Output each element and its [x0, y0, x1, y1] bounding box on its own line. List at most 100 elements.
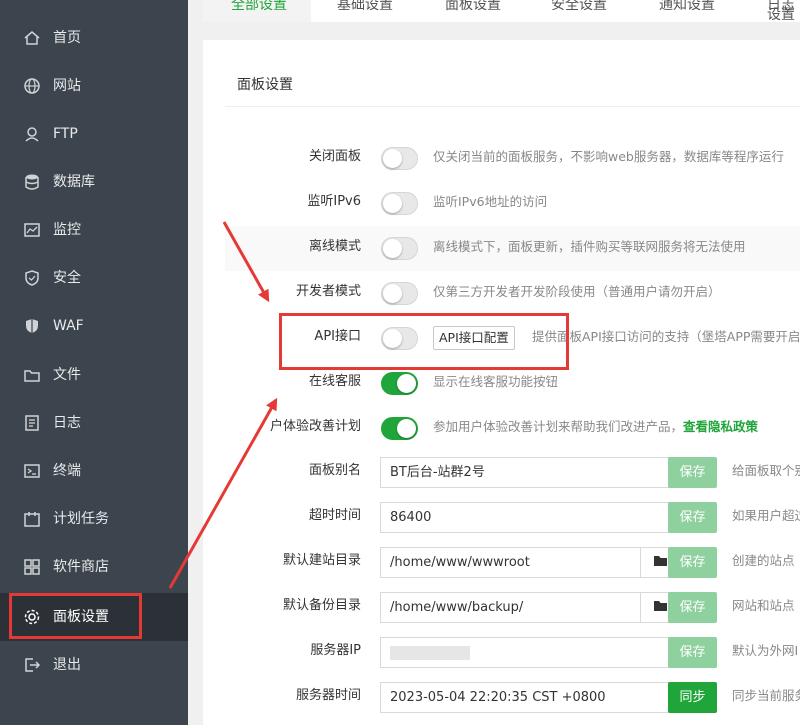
tab-panel-settings[interactable]: 面板设置 [445, 0, 525, 22]
setting-label: 监听IPv6 [307, 194, 361, 209]
setting-row-panel-alias: 面板别名 BT后台-站群2号 保存 给面板取个别 [225, 450, 800, 495]
toggle-knob [383, 284, 402, 303]
sidebar-item-label: 安全 [53, 270, 81, 286]
online-service-toggle[interactable] [381, 372, 418, 395]
tab-basic-settings[interactable]: 基础设置 [337, 0, 417, 22]
globe-icon [22, 76, 42, 96]
backup-dir-input[interactable]: /home/www/backup/ [380, 592, 641, 623]
save-server-ip-button[interactable]: 保存 [668, 637, 717, 668]
sidebar-item-appstore[interactable]: 软件商店 [0, 543, 188, 591]
setting-label: 服务器时间 [295, 688, 361, 703]
sidebar-item-logout[interactable]: 退出 [0, 641, 188, 689]
sync-time-button[interactable]: 同步 [668, 682, 717, 713]
setting-hint: 创建的站点 [732, 553, 795, 568]
setting-hint: 如果用户超过 [732, 508, 800, 523]
site-dir-input[interactable]: /home/www/wwwroot [380, 547, 641, 578]
sidebar-item-terminal[interactable]: 终端 [0, 447, 188, 495]
ipv6-toggle[interactable] [381, 192, 418, 215]
calendar-icon [22, 509, 42, 529]
setting-hint: 默认为外网I [732, 643, 799, 658]
terminal-icon [22, 461, 42, 481]
divider [225, 106, 800, 107]
privacy-policy-link[interactable]: 查看隐私政策 [683, 419, 758, 434]
setting-description: 显示在线客服功能按钮 [433, 374, 559, 389]
server-ip-input[interactable] [380, 637, 681, 668]
settings-panel: 面板设置 关闭面板 仅关闭当前的面板服务，不影响web服务器，数据库等程序运行 … [203, 40, 800, 725]
setting-label: 户体验改善计划 [269, 419, 361, 434]
setting-row-server-ip: 服务器IP 保存 默认为外网I [225, 630, 800, 675]
save-timeout-button[interactable]: 保存 [668, 502, 717, 533]
tab-log-settings[interactable]: 日志设置 [767, 0, 800, 22]
sidebar-item-label: 计划任务 [53, 511, 109, 527]
setting-label: 默认建站目录 [282, 553, 361, 568]
setting-hint: 给面板取个别 [732, 463, 800, 478]
waf-shield-icon [22, 316, 42, 336]
sidebar-item-logs[interactable]: 日志 [0, 399, 188, 447]
sidebar-item-website[interactable]: 网站 [0, 62, 188, 110]
sidebar-item-label: 面板设置 [53, 609, 109, 625]
sidebar-item-home[interactable]: 首页 [0, 14, 188, 62]
sidebar-item-label: 文件 [53, 367, 81, 383]
setting-row-backup-dir: 默认备份目录 /home/www/backup/ 保存 网站和站点 [225, 585, 800, 630]
sidebar-item-waf[interactable]: WAF [0, 302, 188, 350]
setting-row-timeout: 超时时间 86400 保存 如果用户超过 [225, 495, 800, 540]
folder-icon [22, 365, 42, 385]
sidebar-item-label: 终端 [53, 463, 81, 479]
folder-open-icon [653, 598, 669, 617]
sidebar-item-label: WAF [53, 318, 84, 334]
tab-all-settings[interactable]: 全部设置 [203, 0, 311, 22]
setting-label: 超时时间 [308, 508, 361, 523]
offline-mode-toggle[interactable] [381, 237, 418, 260]
toggle-knob [383, 149, 402, 168]
panel-alias-input[interactable]: BT后台-站群2号 [380, 457, 681, 488]
logout-icon [22, 655, 42, 675]
setting-description: 仅第三方开发者开发阶段使用（普通用户请勿开启） [433, 284, 721, 299]
setting-label: 开发者模式 [295, 284, 361, 299]
sidebar-item-label: 软件商店 [53, 559, 109, 575]
settings-tab-bar: 全部设置 基础设置 面板设置 安全设置 通知设置 日志设置 [203, 0, 800, 22]
sidebar-item-cron[interactable]: 计划任务 [0, 495, 188, 543]
sidebar-item-panel-settings[interactable]: 面板设置 [0, 593, 188, 641]
server-time-input[interactable]: 2023-05-04 22:20:35 CST +0800 [380, 682, 681, 713]
setting-row-ipv6: 监听IPv6 监听IPv6地址的访问 [225, 181, 800, 226]
gear-icon [22, 607, 42, 627]
log-icon [22, 413, 42, 433]
setting-description: 参加用户体验改善计划来帮助我们改进产品，查看隐私政策 [433, 417, 758, 437]
apps-icon [22, 557, 42, 577]
setting-label: 离线模式 [308, 239, 361, 254]
setting-description: 离线模式下，面板更新，插件购买等联网服务将无法使用 [433, 239, 746, 254]
setting-row-offline-mode: 离线模式 离线模式下，面板更新，插件购买等联网服务将无法使用 [225, 226, 800, 271]
setting-label: 服务器IP [310, 643, 361, 658]
sidebar-item-label: 网站 [53, 78, 81, 94]
tab-notification-settings[interactable]: 通知设置 [659, 0, 739, 22]
folder-open-icon [653, 553, 669, 572]
sidebar: 首页 网站 FTP 数据库 监控 安全 WAF 文件 日志 终端 计划任务 软件… [0, 0, 188, 725]
close-panel-toggle[interactable] [381, 147, 418, 170]
setting-label: 默认备份目录 [282, 598, 361, 613]
blurred-ip-value [390, 645, 470, 660]
save-site-dir-button[interactable]: 保存 [668, 547, 717, 578]
save-alias-button[interactable]: 保存 [668, 457, 717, 488]
timeout-input[interactable]: 86400 [380, 502, 681, 533]
tab-security-settings[interactable]: 安全设置 [551, 0, 631, 22]
setting-label: 关闭面板 [308, 149, 361, 164]
toggle-knob [397, 374, 416, 393]
app-root: 首页 网站 FTP 数据库 监控 安全 WAF 文件 日志 终端 计划任务 软件… [0, 0, 800, 725]
sidebar-item-ftp[interactable]: FTP [0, 110, 188, 158]
toggle-knob [383, 194, 402, 213]
sidebar-item-security[interactable]: 安全 [0, 254, 188, 302]
sidebar-item-database[interactable]: 数据库 [0, 158, 188, 206]
ux-program-toggle[interactable] [381, 417, 418, 440]
toggle-knob [397, 419, 416, 438]
setting-hint: 网站和站点 [732, 598, 795, 613]
save-backup-dir-button[interactable]: 保存 [668, 592, 717, 623]
sidebar-item-files[interactable]: 文件 [0, 351, 188, 399]
annotation-highlight-box [279, 313, 569, 370]
setting-label: 在线客服 [308, 374, 361, 389]
setting-row-server-time: 服务器时间 2023-05-04 22:20:35 CST +0800 同步 同… [225, 675, 800, 720]
sidebar-item-label: 退出 [53, 657, 81, 673]
developer-mode-toggle[interactable] [381, 282, 418, 305]
database-icon [22, 172, 42, 192]
setting-row-developer-mode: 开发者模式 仅第三方开发者开发阶段使用（普通用户请勿开启） [225, 271, 800, 316]
sidebar-item-monitor[interactable]: 监控 [0, 206, 188, 254]
